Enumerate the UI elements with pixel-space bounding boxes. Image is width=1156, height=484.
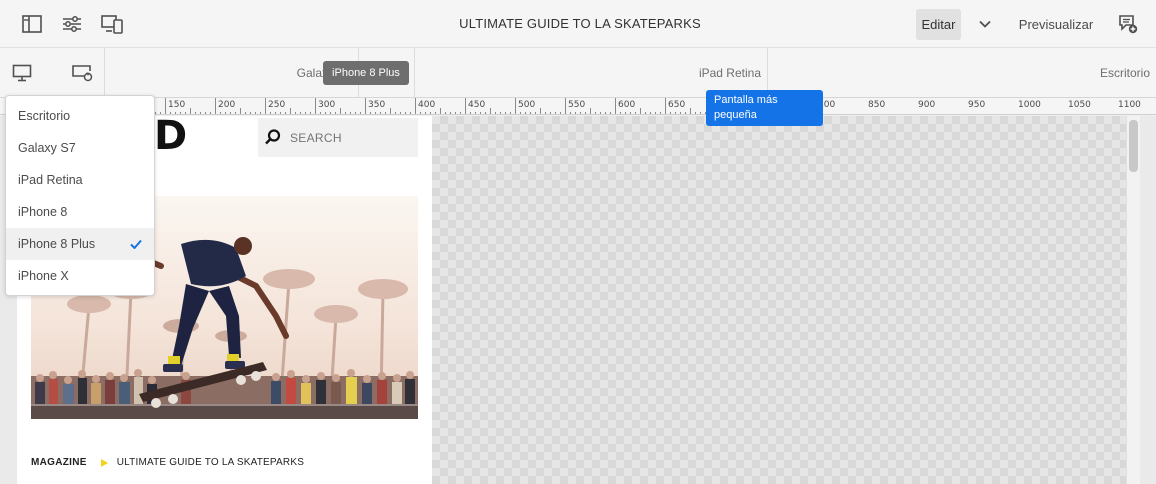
edit-mode-button[interactable]: Editar [916,9,961,40]
editor-canvas: D SEARCH MAGAZINE ULTIMATE GUIDE TO LA S… [0,116,1156,484]
device-option-galaxy-s7[interactable]: Galaxy S7 [6,132,154,164]
ruler-label: 450 [468,100,486,110]
site-logo[interactable]: D [154,116,187,156]
ruler-label: 550 [568,100,586,110]
emulator-empty-area [432,116,1126,484]
vertical-scrollbar[interactable] [1126,116,1140,484]
ruler-label: 300 [318,100,336,110]
page-properties-icon[interactable] [60,12,84,36]
scrollbar-thumb[interactable] [1129,120,1138,172]
ruler-label: 350 [368,100,386,110]
preview-button[interactable]: Previsualizar [1012,9,1100,40]
emulator-bar: Galaxy S7 iPad Retina Escritorio [0,48,1156,98]
device-tooltip: iPhone 8 Plus [323,61,409,85]
device-selector-icon[interactable] [10,61,34,85]
ruler-label: 900 [918,100,936,110]
ruler-label: 200 [218,100,236,110]
device-menu: Escritorio Galaxy S7 iPad Retina iPhone … [5,95,155,296]
pixel-ruler: 1502002503003504004505005506006507007508… [0,98,1156,115]
emulator-marker-galaxy-s7[interactable]: Galaxy S7 [105,48,359,98]
top-toolbar: ULTIMATE GUIDE TO LA SKATEPARKS Editar P… [0,0,1156,48]
device-option-iphone-8-plus[interactable]: iPhone 8 Plus [6,228,154,260]
page-title: ULTIMATE GUIDE TO LA SKATEPARKS [459,16,701,31]
checkmark-icon [130,239,142,249]
breadcrumb-current: ULTIMATE GUIDE TO LA SKATEPARKS [116,457,305,468]
ruler-label: 850 [868,100,886,110]
breadcrumb-magazine-link[interactable]: MAGAZINE [31,457,87,468]
ruler-label: 400 [418,100,436,110]
rotate-device-icon[interactable] [70,61,94,85]
ruler-label: 500 [518,100,536,110]
device-option-iphone-x[interactable]: iPhone X [6,260,154,292]
ruler-label: 1050 [1068,100,1091,110]
ruler-label: 950 [968,100,986,110]
ruler-label: 1000 [1018,100,1041,110]
ruler-label: 1100 [1118,100,1141,110]
ruler-label: 250 [268,100,286,110]
emulator-toggle-icon[interactable] [100,12,124,36]
emulator-controls [0,48,105,98]
annotations-icon[interactable] [1116,12,1140,36]
search-input[interactable] [290,118,415,157]
device-option-escritorio[interactable]: Escritorio [6,100,154,132]
breadcrumb-arrow-icon [100,458,108,467]
search-icon [265,129,281,145]
smaller-screen-tooltip: Pantalla más pequeña [706,90,823,126]
ruler-label: 150 [168,100,186,110]
side-panel-toggle-icon[interactable] [20,12,44,36]
device-option-iphone-8[interactable]: iPhone 8 [6,196,154,228]
device-option-ipad-retina[interactable]: iPad Retina [6,164,154,196]
emulator-marker-escritorio[interactable]: Escritorio [768,48,1156,98]
ruler-label: 600 [618,100,636,110]
mode-menu-chevron-icon[interactable] [974,12,996,36]
search-box[interactable] [258,118,418,157]
ruler-label: 650 [668,100,686,110]
breadcrumb: MAGAZINE ULTIMATE GUIDE TO LA SKATEPARKS [31,457,304,468]
